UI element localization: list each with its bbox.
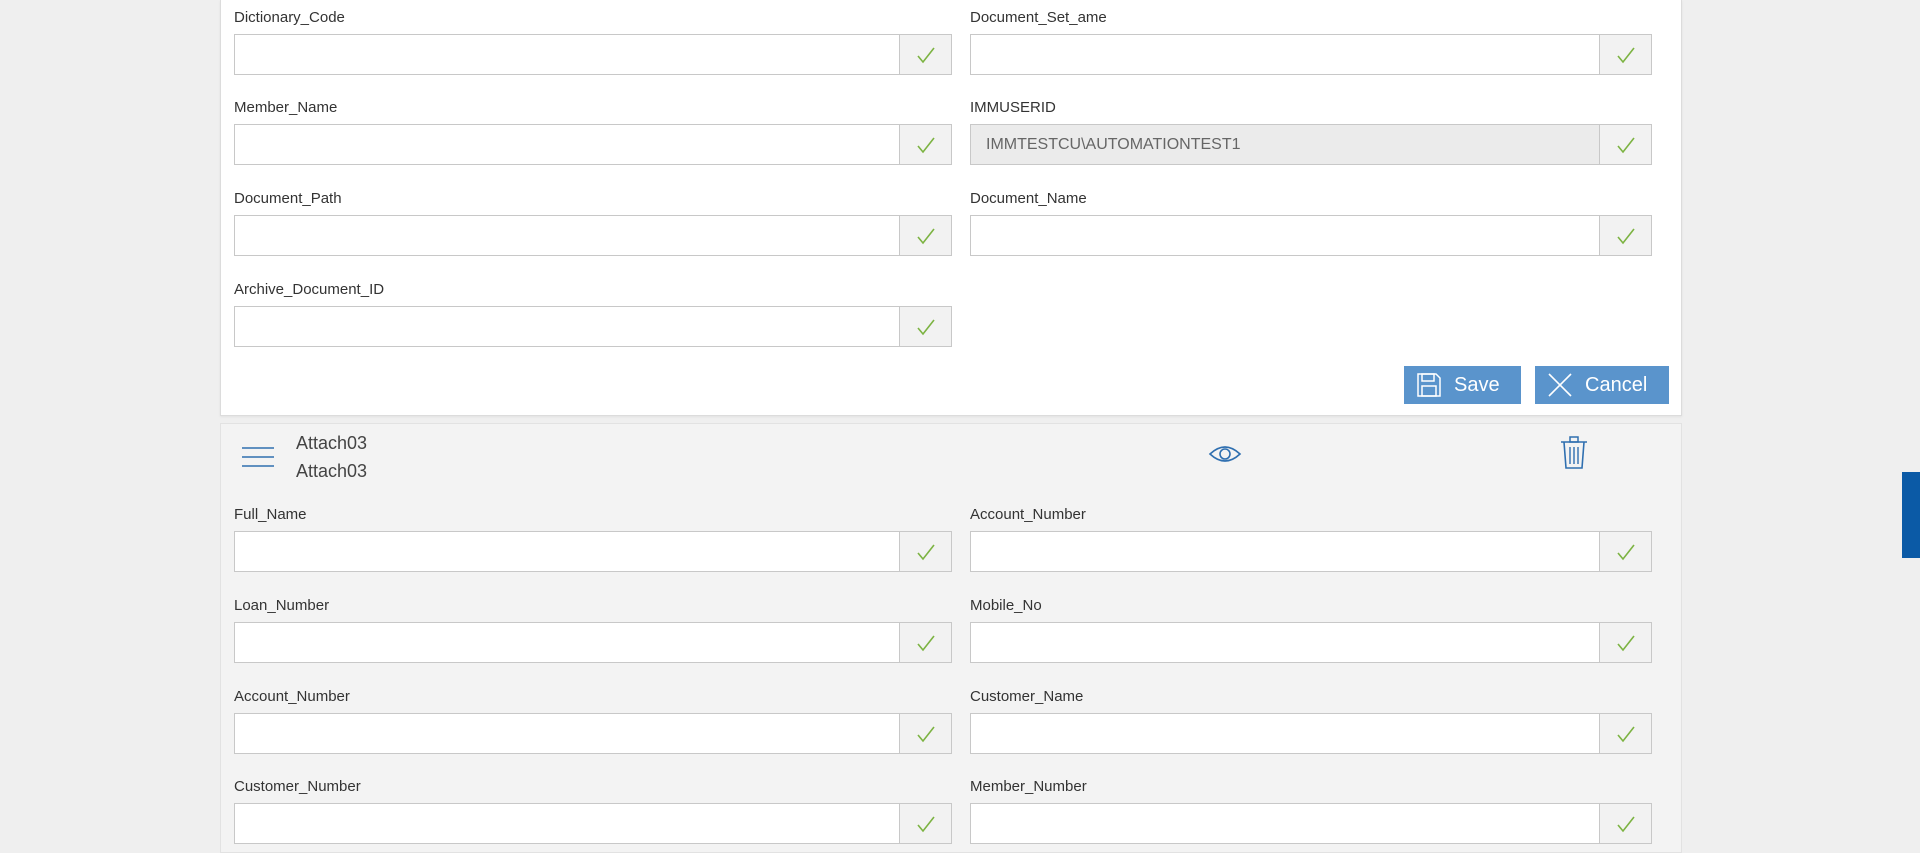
confirm-button[interactable] (1599, 804, 1651, 843)
full-name-input[interactable] (235, 532, 899, 571)
document-name-input[interactable] (971, 216, 1599, 255)
confirm-button[interactable] (1599, 125, 1651, 164)
confirm-button[interactable] (899, 216, 951, 255)
confirm-button[interactable] (1599, 714, 1651, 753)
confirm-button[interactable] (1599, 623, 1651, 662)
confirm-button[interactable] (899, 532, 951, 571)
check-icon (916, 319, 935, 335)
check-icon (1616, 47, 1635, 63)
member-number-box (970, 803, 1652, 844)
field-label: Loan_Number (234, 597, 330, 614)
loan-number-box (234, 622, 952, 663)
customer-number-input[interactable] (235, 804, 899, 843)
customer-name-input[interactable] (971, 714, 1599, 753)
check-icon (916, 635, 935, 651)
field-label: Customer_Number (234, 778, 361, 795)
member-number-input[interactable] (971, 804, 1599, 843)
check-icon (916, 816, 935, 832)
confirm-button[interactable] (1599, 532, 1651, 571)
confirm-button[interactable] (899, 307, 951, 346)
document-name-box (970, 215, 1652, 256)
archive-document-id-input[interactable] (235, 307, 899, 346)
confirm-button[interactable] (899, 623, 951, 662)
confirm-button[interactable] (899, 35, 951, 74)
attachment-subtitle: Attach03 (296, 461, 368, 481)
field-label: Dictionary_Code (234, 9, 345, 26)
mobile-no-input[interactable] (971, 623, 1599, 662)
document-set-ame-input[interactable] (971, 35, 1599, 74)
account-number-2-input[interactable] (235, 714, 899, 753)
check-icon (1616, 816, 1635, 832)
confirm-button[interactable] (1599, 35, 1651, 74)
check-icon (916, 544, 935, 560)
save-label: Save (1454, 373, 1500, 396)
confirm-button[interactable] (899, 125, 951, 164)
check-icon (916, 137, 935, 153)
account-number-input[interactable] (971, 532, 1599, 571)
dictionary-code-box (234, 34, 952, 75)
check-icon (1616, 635, 1635, 651)
check-icon (916, 228, 935, 244)
field-label: Member_Number (970, 778, 1087, 795)
save-button[interactable]: Save (1404, 366, 1521, 404)
field-label: Account_Number (970, 506, 1086, 523)
check-icon (1616, 228, 1635, 244)
immuserid-input (971, 125, 1599, 164)
member-name-box (234, 124, 952, 165)
cancel-label: Cancel (1585, 373, 1648, 396)
cancel-button[interactable]: Cancel (1535, 366, 1669, 404)
trash-icon[interactable] (1560, 436, 1588, 470)
attachment-panel: Attach03 Attach03 Full_Name Account_Numb… (220, 423, 1682, 853)
field-label: Full_Name (234, 506, 307, 523)
document-path-input[interactable] (235, 216, 899, 255)
check-icon (916, 47, 935, 63)
attachment-title: Attach03 (296, 433, 368, 453)
account-number-box (970, 531, 1652, 572)
customer-name-box (970, 713, 1652, 754)
field-label: Account_Number (234, 688, 350, 705)
side-panel-tab[interactable] (1902, 472, 1920, 558)
archive-document-id-box (234, 306, 952, 347)
confirm-button[interactable] (1599, 216, 1651, 255)
field-label: Document_Set_ame (970, 9, 1107, 26)
field-label: Archive_Document_ID (234, 281, 385, 298)
check-icon (916, 726, 935, 742)
loan-number-input[interactable] (235, 623, 899, 662)
confirm-button[interactable] (899, 804, 951, 843)
confirm-button[interactable] (899, 714, 951, 753)
account-number-2-box (234, 713, 952, 754)
document-set-ame-box (970, 34, 1652, 75)
immuserid-box (970, 124, 1652, 165)
eye-icon[interactable] (1208, 443, 1242, 465)
customer-number-box (234, 803, 952, 844)
edit-form-panel: Dictionary_Code Document_Set_ame Member_… (220, 0, 1682, 416)
full-name-box (234, 531, 952, 572)
document-path-box (234, 215, 952, 256)
field-label: Document_Name (970, 190, 1087, 207)
field-label: Mobile_No (970, 597, 1042, 614)
check-icon (1616, 137, 1635, 153)
field-label: Customer_Name (970, 688, 1084, 705)
dictionary-code-input[interactable] (235, 35, 899, 74)
check-icon (1616, 544, 1635, 560)
field-label: Document_Path (234, 190, 342, 207)
save-icon (1417, 373, 1441, 397)
mobile-no-box (970, 622, 1652, 663)
field-label: IMMUSERID (970, 99, 1056, 116)
hamburger-menu-icon[interactable] (242, 445, 274, 469)
close-icon (1548, 373, 1572, 397)
check-icon (1616, 726, 1635, 742)
field-label: Member_Name (234, 99, 338, 116)
member-name-input[interactable] (235, 125, 899, 164)
